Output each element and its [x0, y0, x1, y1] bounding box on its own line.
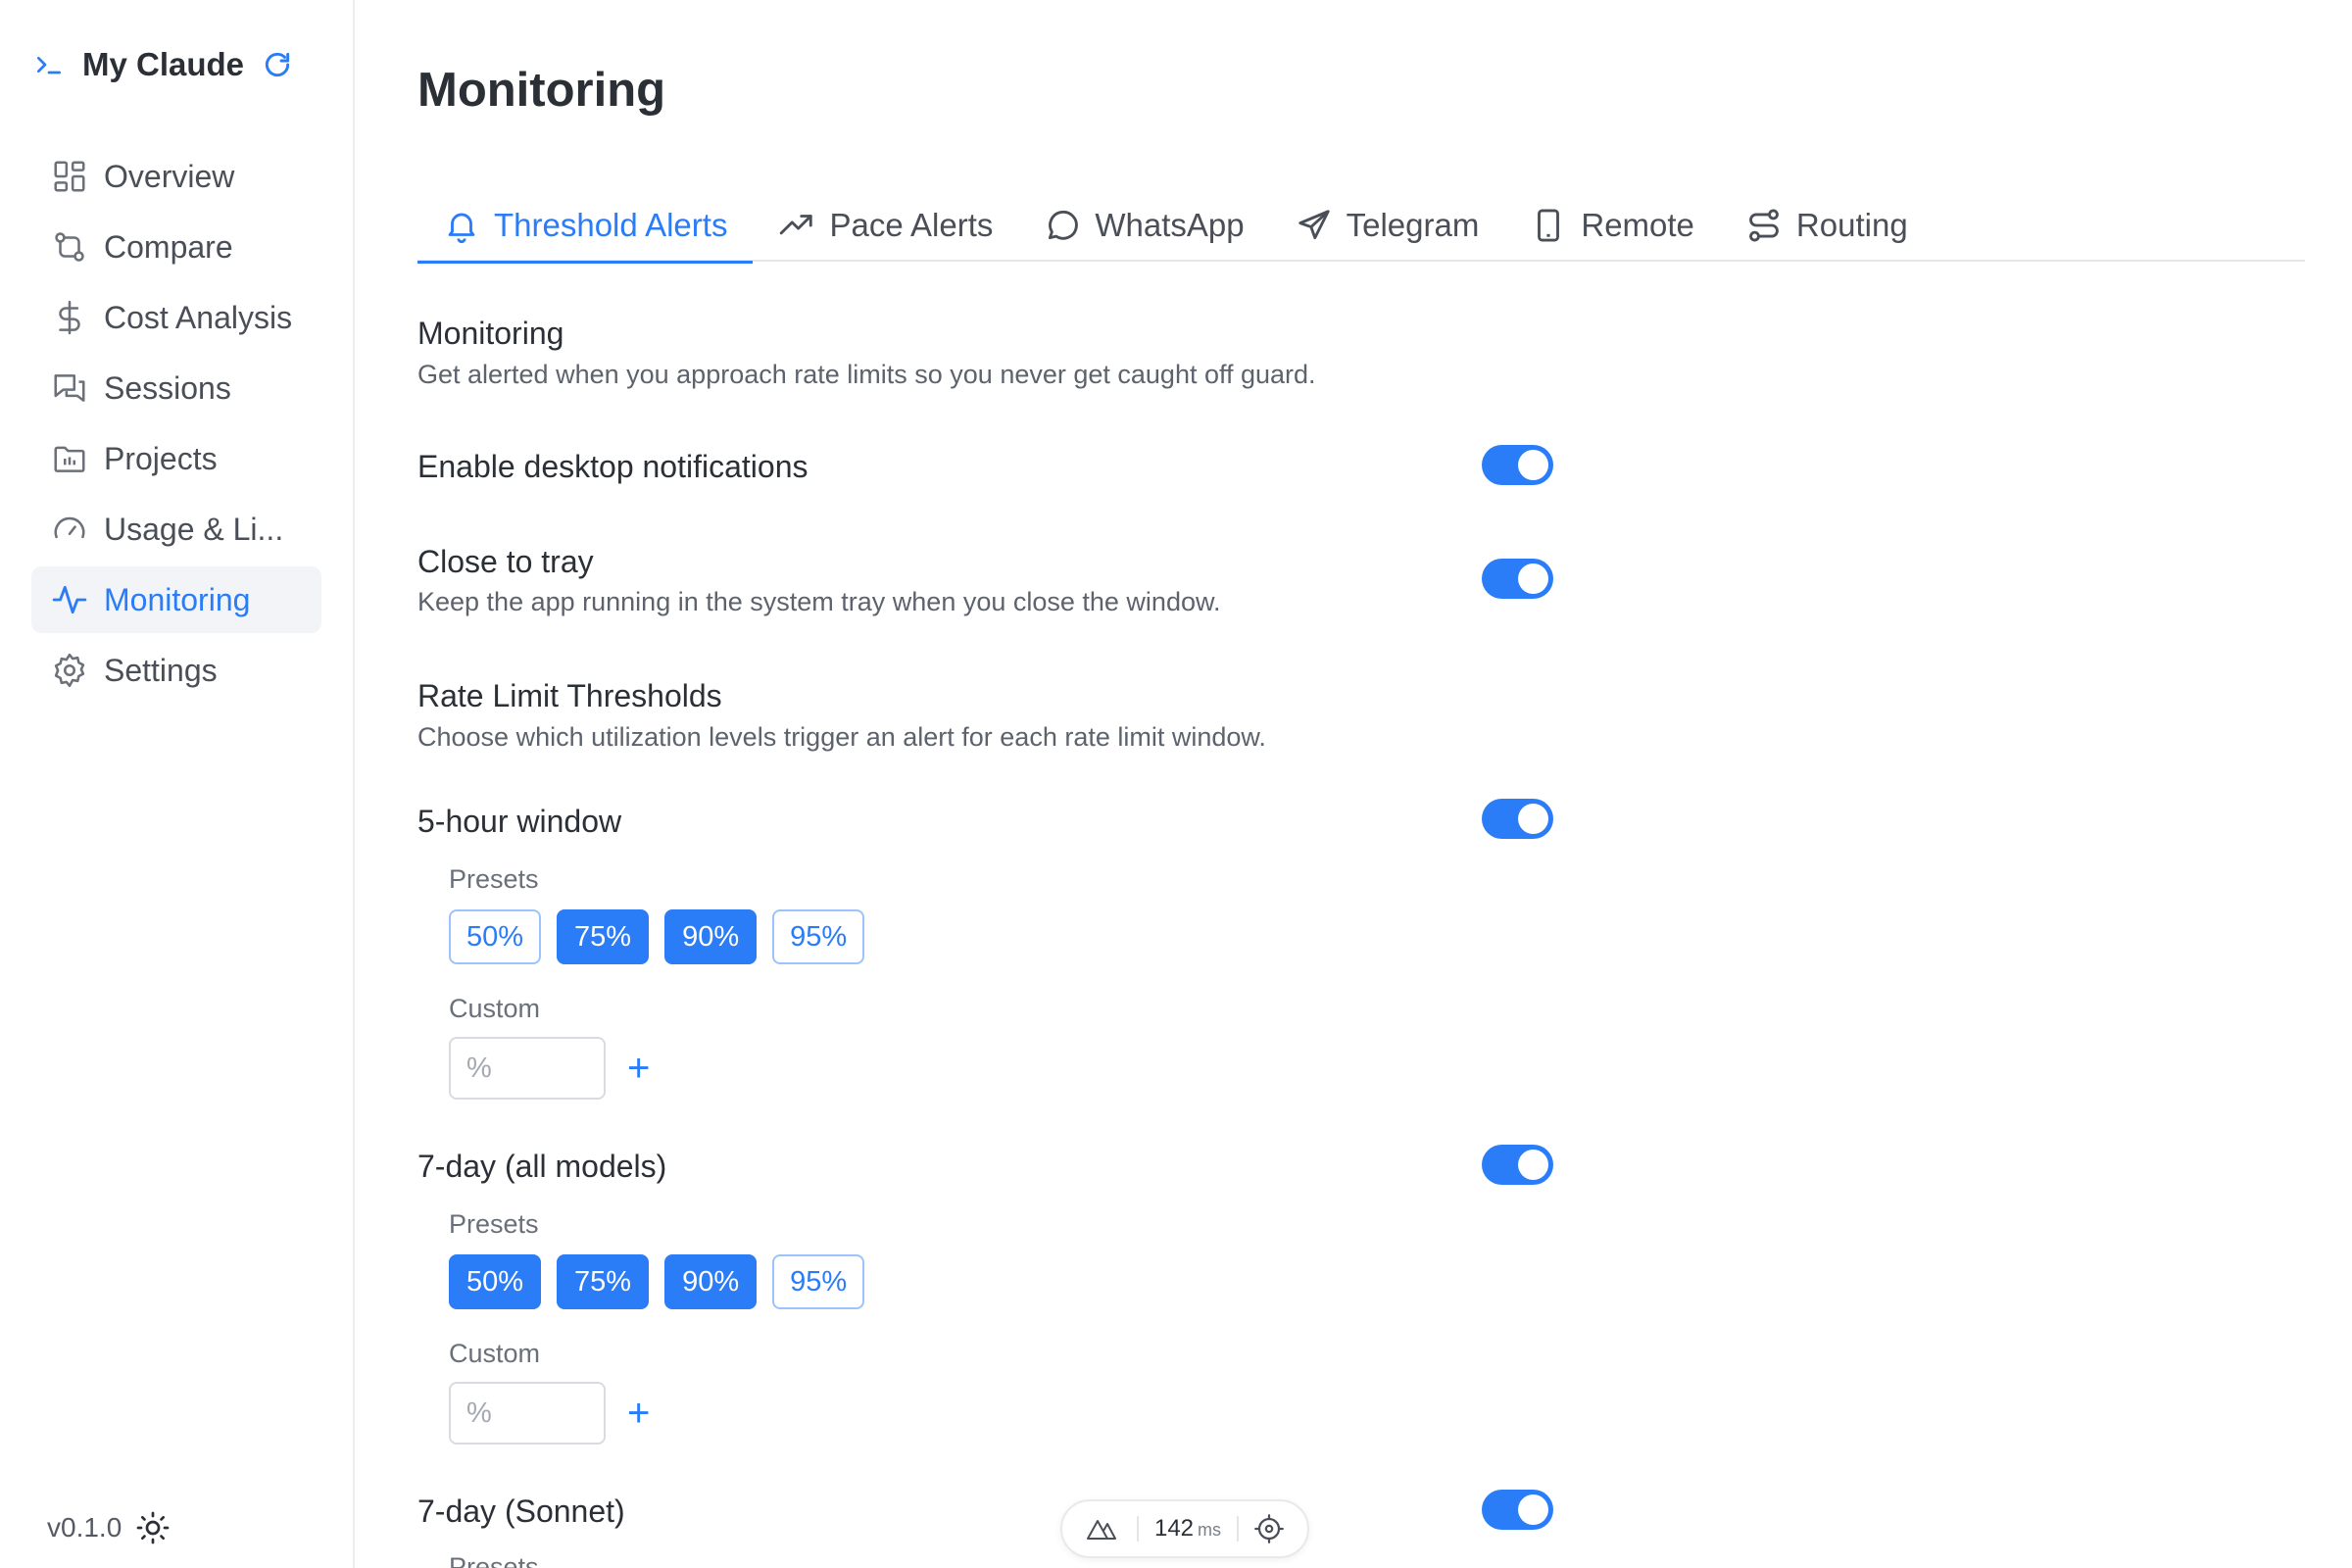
sidebar-item-label: Overview [104, 158, 235, 194]
window-7-day-all-toggle[interactable] [1482, 1145, 1553, 1185]
preset-chip-50[interactable]: 50% [449, 909, 542, 964]
sidebar-item-sessions[interactable]: Sessions [31, 355, 321, 421]
preset-chip-90[interactable]: 90% [664, 909, 758, 964]
tab-label: Threshold Alerts [494, 206, 728, 243]
preset-chip-75[interactable]: 75% [557, 909, 650, 964]
sidebar-item-label: Compare [104, 228, 233, 265]
sidebar-item-label: Projects [104, 440, 218, 476]
tab-threshold-alerts[interactable]: Threshold Alerts [417, 188, 754, 264]
custom-threshold-input[interactable] [449, 1037, 606, 1100]
presets-5-hour: 50% 75% 90% 95% [449, 909, 865, 964]
sidebar-item-monitoring[interactable]: Monitoring [31, 566, 321, 633]
gauge-icon [54, 516, 85, 539]
add-threshold-button[interactable]: + [627, 1394, 650, 1433]
sidebar: My Claude Overview Compare Cost Analysis… [0, 0, 355, 1568]
brand-name: My Claude [82, 46, 245, 82]
tab-label: Telegram [1346, 206, 1480, 243]
presets-label: Presets [449, 1552, 539, 1568]
page-title: Monitoring [417, 64, 666, 117]
tab-bar: Threshold Alerts Pace Alerts WhatsApp Te… [417, 188, 2305, 264]
window-5-hour-label: 5-hour window [417, 804, 622, 839]
window-7-day-all-label: 7-day (all models) [417, 1149, 667, 1184]
grid-icon [54, 161, 85, 192]
custom-threshold-7-day-all: + [449, 1382, 650, 1445]
latency-readout: 142 ms [1153, 1515, 1222, 1542]
refresh-icon[interactable] [262, 49, 293, 80]
crosshair-icon[interactable] [1254, 1514, 1284, 1544]
chat-icon [54, 374, 85, 402]
version-footer: v0.1.0 [47, 1503, 171, 1552]
bell-icon [448, 213, 475, 243]
tab-pace-alerts[interactable]: Pace Alerts [753, 188, 1018, 262]
sun-icon[interactable] [135, 1510, 171, 1545]
rate-limit-section-description: Choose which utilization levels trigger … [417, 722, 1266, 752]
preset-chip-90[interactable]: 90% [664, 1254, 758, 1309]
close-to-tray-toggle[interactable] [1482, 559, 1553, 599]
presets-7-day-all: 50% 75% 90% 95% [449, 1254, 865, 1309]
version-label: v0.1.0 [47, 1512, 122, 1543]
tab-label: WhatsApp [1095, 206, 1245, 243]
preset-chip-50[interactable]: 50% [449, 1254, 542, 1309]
trending-up-icon [780, 214, 813, 234]
sidebar-item-label: Usage & Li... [104, 511, 284, 547]
window-5-hour-toggle[interactable] [1482, 799, 1553, 839]
activity-icon [52, 585, 87, 614]
custom-threshold-5-hour: + [449, 1037, 650, 1100]
sidebar-item-usage-limits[interactable]: Usage & Li... [31, 496, 321, 563]
message-circle-icon [1049, 210, 1079, 240]
dev-tools-badge[interactable]: 142 ms [1060, 1499, 1309, 1558]
add-threshold-button[interactable]: + [627, 1049, 650, 1088]
sidebar-item-overview[interactable]: Overview [31, 143, 321, 210]
tab-remote[interactable]: Remote [1504, 188, 1720, 262]
gear-icon [54, 653, 85, 688]
window-7-day-sonnet-label: 7-day (Sonnet) [417, 1494, 625, 1529]
terminal-icon [37, 56, 61, 74]
sidebar-item-cost-analysis[interactable]: Cost Analysis [31, 284, 321, 351]
presets-label: Presets [449, 1209, 539, 1239]
window-7-day-sonnet-toggle[interactable] [1482, 1490, 1553, 1530]
compare-icon [55, 232, 84, 262]
custom-threshold-input[interactable] [449, 1382, 606, 1445]
send-icon [1298, 209, 1330, 239]
tab-telegram[interactable]: Telegram [1270, 188, 1505, 262]
tab-routing[interactable]: Routing [1720, 188, 1934, 262]
preset-chip-75[interactable]: 75% [557, 1254, 650, 1309]
sidebar-item-label: Settings [104, 652, 218, 688]
sidebar-nav: Overview Compare Cost Analysis Sessions … [31, 143, 321, 708]
tab-label: Remote [1581, 206, 1694, 243]
tab-label: Pace Alerts [829, 206, 994, 243]
monitoring-section-description: Get alerted when you approach rate limit… [417, 360, 1316, 389]
monitoring-section-title: Monitoring [417, 316, 564, 351]
custom-label: Custom [449, 994, 541, 1023]
presets-label: Presets [449, 864, 539, 894]
folder-icon [54, 446, 85, 472]
smartphone-icon [1538, 209, 1560, 241]
badge-separator [1237, 1516, 1240, 1542]
sidebar-item-label: Monitoring [104, 581, 251, 617]
main-content: Monitoring Threshold Alerts Pace Alerts … [357, 0, 2352, 1568]
close-to-tray-description: Keep the app running in the system tray … [417, 587, 1221, 616]
nuxt-logo-icon [1086, 1520, 1116, 1540]
brand: My Claude [33, 43, 293, 86]
desktop-notifications-label: Enable desktop notifications [417, 449, 808, 484]
sidebar-item-label: Cost Analysis [104, 299, 293, 335]
sidebar-item-label: Sessions [104, 369, 231, 406]
preset-chip-95[interactable]: 95% [772, 909, 865, 964]
tab-whatsapp[interactable]: WhatsApp [1018, 188, 1269, 262]
dollar-icon [59, 300, 80, 335]
badge-separator [1136, 1516, 1139, 1542]
preset-chip-95[interactable]: 95% [772, 1254, 865, 1309]
sidebar-item-projects[interactable]: Projects [31, 425, 321, 492]
custom-label: Custom [449, 1339, 541, 1368]
close-to-tray-label: Close to tray [417, 544, 594, 579]
tab-label: Routing [1795, 206, 1908, 243]
sidebar-item-settings[interactable]: Settings [31, 637, 321, 704]
sidebar-item-compare[interactable]: Compare [31, 214, 321, 280]
route-icon [1749, 209, 1779, 241]
rate-limit-section-title: Rate Limit Thresholds [417, 678, 722, 713]
desktop-notifications-toggle[interactable] [1482, 445, 1553, 485]
